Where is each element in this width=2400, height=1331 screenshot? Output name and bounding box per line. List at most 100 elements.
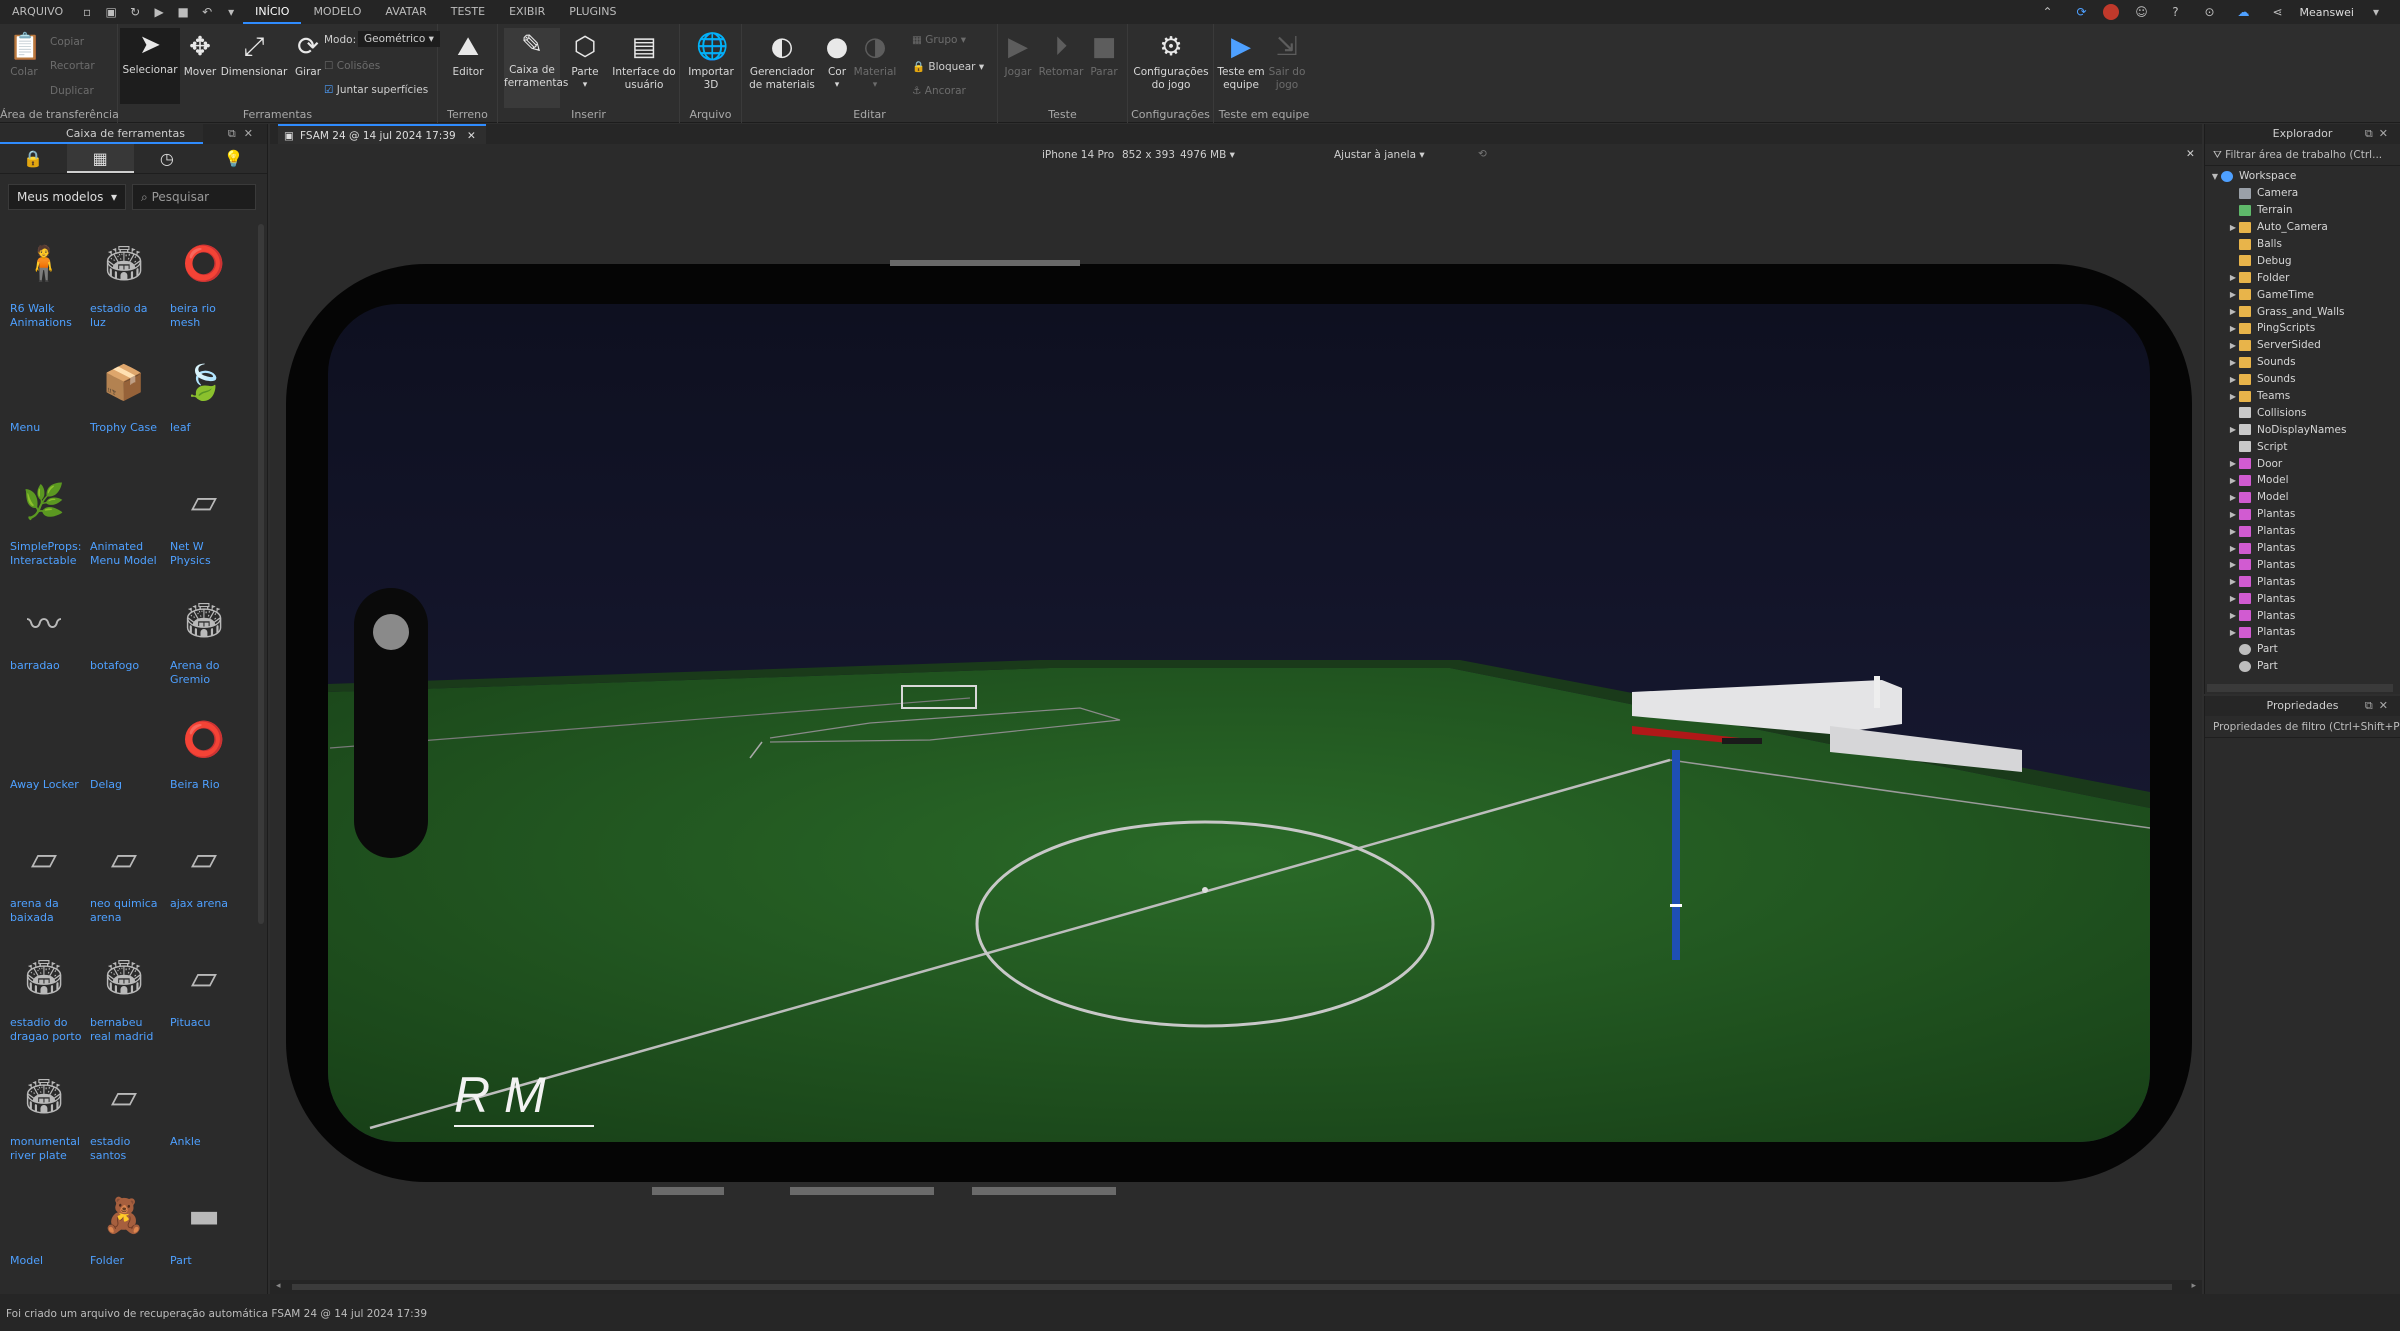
cut-button[interactable]: Recortar: [50, 60, 95, 72]
explorer-item[interactable]: Part: [2205, 641, 2400, 658]
toolbox-item[interactable]: Model: [6, 1178, 82, 1291]
toolbox-item[interactable]: ▱ neo quimica arena: [86, 821, 162, 934]
menu-tab-home[interactable]: INÍCIO: [243, 0, 302, 24]
properties-filter-input[interactable]: Propriedades de filtro (Ctrl+Shift+P) ▾: [2205, 716, 2400, 738]
explorer-item[interactable]: ▶ ServerSided: [2205, 337, 2400, 354]
explorer-filter-input[interactable]: ⛛ Filtrar área de trabalho (Ctrl...: [2205, 144, 2400, 166]
avatar[interactable]: [2103, 4, 2120, 20]
group-button[interactable]: ▦ Grupo ▾: [912, 34, 966, 46]
close-icon[interactable]: ✕: [467, 130, 476, 142]
explorer-item[interactable]: Balls: [2205, 236, 2400, 253]
explorer-item[interactable]: ▶ Door: [2205, 455, 2400, 472]
fit-select[interactable]: Ajustar à janela ▾: [1334, 149, 1425, 161]
toolbox-item[interactable]: ▱ Pituacu: [166, 940, 242, 1053]
memory-select[interactable]: 4976 MB ▾: [1180, 149, 1235, 161]
undo-icon[interactable]: ↶: [200, 5, 214, 19]
copy-button[interactable]: Copiar: [50, 36, 84, 48]
toolbox-item[interactable]: 🧸 Folder: [86, 1178, 162, 1291]
game-settings-button[interactable]: ⚙ Configurações do jogo: [1132, 30, 1210, 92]
explorer-item[interactable]: ▶ Plantas: [2205, 590, 2400, 607]
collapsed-arrow-icon[interactable]: ▶: [2227, 358, 2239, 367]
toolbox-item[interactable]: ▱ estadio santos: [86, 1059, 162, 1172]
close-emulator-icon[interactable]: ✕: [2186, 148, 2195, 160]
select-button[interactable]: ➤ Selecionar: [120, 28, 180, 104]
toolbox-item[interactable]: 🌿 SimpleProps: Interactable: [6, 464, 82, 577]
menu-tab-plugins[interactable]: PLUGINS: [557, 0, 628, 24]
menu-tab-view[interactable]: EXIBIR: [497, 0, 557, 24]
collapsed-arrow-icon[interactable]: ▶: [2227, 560, 2239, 569]
resume-button[interactable]: ⏵ Retomar: [1038, 30, 1084, 79]
help-icon[interactable]: ?: [2168, 5, 2182, 19]
collapsed-arrow-icon[interactable]: ▶: [2227, 459, 2239, 468]
panel-controls[interactable]: ⧉✕: [2365, 696, 2394, 716]
collisions-checkbox[interactable]: ☐ Colisões: [324, 60, 380, 72]
explorer-item[interactable]: ▶ Model: [2205, 472, 2400, 489]
scroll-left-icon[interactable]: ◂: [276, 1281, 281, 1291]
menu-file[interactable]: ARQUIVO: [0, 0, 75, 24]
explorer-item[interactable]: ▶ NoDisplayNames: [2205, 421, 2400, 438]
color-button[interactable]: ● Cor ▾: [820, 30, 854, 92]
toolbox-item[interactable]: ⭕ Beira Rio: [166, 702, 242, 815]
explorer-item[interactable]: ▶ GameTime: [2205, 286, 2400, 303]
explorer-item[interactable]: ▶ Sounds: [2205, 371, 2400, 388]
explorer-item[interactable]: ▶ Plantas: [2205, 506, 2400, 523]
toolbox-item[interactable]: ▱ Net W Physics: [166, 464, 242, 577]
menu-tab-test[interactable]: TESTE: [439, 0, 497, 24]
explorer-item[interactable]: ▶ Plantas: [2205, 523, 2400, 540]
explorer-item[interactable]: ▶ Sounds: [2205, 354, 2400, 371]
collapsed-arrow-icon[interactable]: ▶: [2227, 577, 2239, 586]
scroll-right-icon[interactable]: ▸: [2191, 1281, 2196, 1291]
toolbox-item[interactable]: ⭕ beira rio mesh: [166, 226, 242, 339]
duplicate-button[interactable]: Duplicar: [50, 85, 94, 97]
explorer-item[interactable]: Debug: [2205, 252, 2400, 269]
material-button[interactable]: ◑ Material ▾: [852, 30, 898, 92]
collapsed-arrow-icon[interactable]: ▶: [2227, 628, 2239, 637]
part-button[interactable]: ⬡ Parte ▾: [560, 30, 610, 92]
mobile-joystick[interactable]: [373, 614, 409, 650]
collapsed-arrow-icon[interactable]: ▶: [2227, 425, 2239, 434]
exit-game-button[interactable]: ⇲ Sair do jogo: [1264, 30, 1310, 92]
explorer-item[interactable]: ▶ Model: [2205, 489, 2400, 506]
explorer-item[interactable]: ▶ Plantas: [2205, 573, 2400, 590]
explorer-item[interactable]: ▶ Auto_Camera: [2205, 219, 2400, 236]
redo-icon[interactable]: ↻: [128, 5, 142, 19]
material-manager-button[interactable]: ◐ Gerenciador de materiais: [742, 30, 822, 92]
paste-button[interactable]: 📋 Colar: [2, 30, 46, 79]
toolbox-button[interactable]: ✎ Caixa de ferramentas: [504, 28, 568, 108]
dropdown-icon[interactable]: ▾: [224, 5, 238, 19]
toolbox-item[interactable]: botafogo: [86, 583, 162, 696]
toolbox-item[interactable]: 🧍 R6 Walk Animations: [6, 226, 82, 339]
explorer-item[interactable]: Camera: [2205, 185, 2400, 202]
menu-tab-model[interactable]: MODELO: [301, 0, 373, 24]
device-select[interactable]: iPhone 14 Pro: [1042, 149, 1114, 161]
collapsed-arrow-icon[interactable]: ▶: [2227, 527, 2239, 536]
search-input[interactable]: ⌕ Pesquisar: [132, 184, 256, 210]
category-dropdown[interactable]: Meus modelos ▾: [8, 184, 126, 210]
cloud-icon[interactable]: ☁: [2236, 5, 2250, 19]
toolbox-item[interactable]: Away Locker: [6, 702, 82, 815]
explorer-item[interactable]: ▶ Plantas: [2205, 624, 2400, 641]
toolbox-item[interactable]: 🏟 monumental river plate: [6, 1059, 82, 1172]
collapsed-arrow-icon[interactable]: ▶: [2227, 375, 2239, 384]
game-viewport[interactable]: R M: [270, 168, 2202, 1280]
scroll-thumb[interactable]: [292, 1284, 2172, 1290]
toolbox-item[interactable]: 🏟 bernabeu real madrid: [86, 940, 162, 1053]
play-icon[interactable]: ▶: [152, 5, 166, 19]
explorer-item[interactable]: ▶ Plantas: [2205, 607, 2400, 624]
move-button[interactable]: ✥ Mover: [178, 30, 222, 79]
collapsed-arrow-icon[interactable]: ▶: [2227, 611, 2239, 620]
toolbox-item[interactable]: 🏟 estadio do dragao porto: [6, 940, 82, 1053]
share-icon[interactable]: ⋖: [2270, 5, 2284, 19]
toolbox-item[interactable]: 📦 Trophy Case: [86, 345, 162, 458]
toolbox-item[interactable]: Menu: [6, 345, 82, 458]
collapsed-arrow-icon[interactable]: ▶: [2227, 307, 2239, 316]
collapsed-arrow-icon[interactable]: ▶: [2227, 392, 2239, 401]
toolbox-item[interactable]: 🏟 Arena do Gremio: [166, 583, 242, 696]
toolbox-item[interactable]: 〰 barradao: [6, 583, 82, 696]
team-test-button[interactable]: ▶ Teste em equipe: [1216, 30, 1266, 92]
user-menu-icon[interactable]: ▾: [2369, 5, 2383, 19]
explorer-item[interactable]: ▶ Plantas: [2205, 540, 2400, 557]
explorer-item[interactable]: Collisions: [2205, 404, 2400, 421]
lock-button[interactable]: 🔒 Bloquear ▾: [912, 60, 984, 73]
username[interactable]: Meanswei: [2299, 6, 2354, 19]
